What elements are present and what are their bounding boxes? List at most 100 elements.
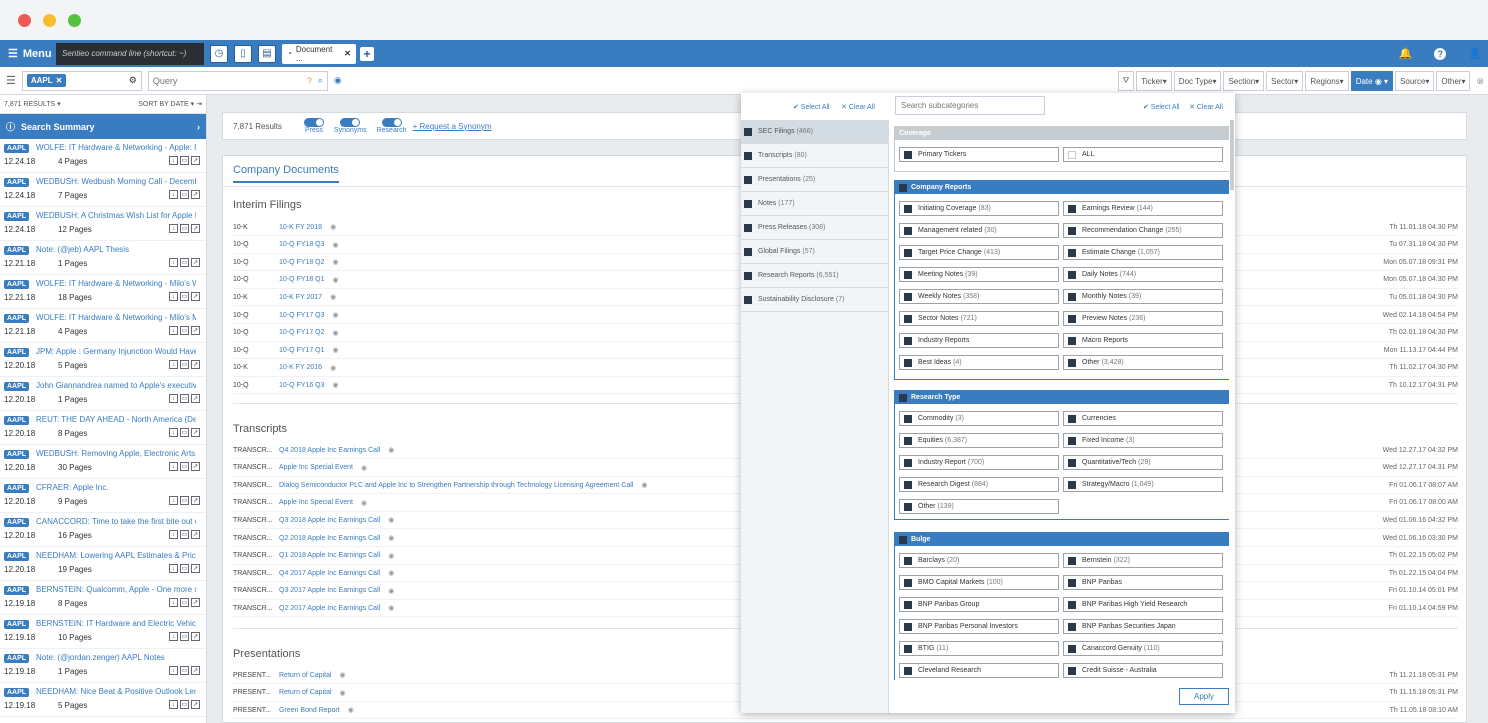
subcategory-option[interactable]: BNP Paribas High Yield Research xyxy=(1063,597,1223,612)
checkbox-icon[interactable] xyxy=(744,127,752,136)
category-item[interactable]: SEC Filings (466) xyxy=(741,120,888,144)
eye-icon[interactable]: ◉ xyxy=(333,381,339,389)
open-external-icon[interactable]: ↗ xyxy=(191,326,200,335)
checkbox-icon[interactable] xyxy=(1068,414,1076,423)
command-line-input[interactable]: Sentieo command line (shortcut: ~) xyxy=(56,42,204,65)
list-item[interactable]: AAPL Note: (@jordan.zenger) AAPL Notes 1… xyxy=(0,649,206,683)
checkbox-icon[interactable] xyxy=(1068,248,1076,257)
subcategory-option[interactable]: BNP Paribas xyxy=(1063,575,1223,590)
category-item[interactable]: Transcripts (80) xyxy=(741,144,888,168)
clear-all-categories[interactable]: ✕ Clear All xyxy=(841,103,875,111)
gear-icon[interactable]: ⚙ xyxy=(129,75,137,86)
list-item[interactable]: AAPL BERNSTEIN: Qualcomm, Apple - One mo… xyxy=(0,581,206,615)
item-title[interactable]: NEEDHAM: Nice Beat & Positive Outlook Le… xyxy=(36,687,196,696)
export-icon[interactable]: ⇥ xyxy=(196,101,202,108)
clear-all-subcategories[interactable]: ✕ Clear All xyxy=(1189,103,1223,111)
eye-icon[interactable]: ◉ xyxy=(361,464,367,472)
subcategory-option[interactable]: Credit Suisse - Australia xyxy=(1063,663,1223,678)
list-item[interactable]: AAPL REUT: THE DAY AHEAD - North America… xyxy=(0,411,206,445)
checkbox-icon[interactable] xyxy=(1068,358,1076,367)
filter-sector[interactable]: Sector ▾ xyxy=(1266,71,1304,91)
subcategory-option[interactable]: BNP Paribas Securities Japan xyxy=(1063,619,1223,634)
subcategory-option[interactable]: Bernstein (322) xyxy=(1063,553,1223,568)
checkbox-icon[interactable] xyxy=(1068,226,1076,235)
eye-icon[interactable]: ◉ xyxy=(333,276,339,284)
item-title[interactable]: WOLFE: IT Hardware & Networking - Apple:… xyxy=(36,143,196,152)
request-synonym-link[interactable]: + Request a Synonym xyxy=(413,122,492,131)
item-title[interactable]: WOLFE: IT Hardware & Networking - Milo's… xyxy=(36,313,196,322)
category-item[interactable]: Global Filings (57) xyxy=(741,240,888,264)
checkbox-icon[interactable] xyxy=(1068,666,1076,675)
doc-title[interactable]: 10-K FY 2017 xyxy=(279,294,322,301)
doc-title[interactable]: Q3 2017 Apple Inc Earnings Call xyxy=(279,587,380,594)
download-icon[interactable]: ↓ xyxy=(169,564,178,573)
doc-title[interactable]: Green Bond Report xyxy=(279,707,340,714)
download-icon[interactable]: ↓ xyxy=(169,156,178,165)
bookmark-icon[interactable]: ▭ xyxy=(180,530,189,539)
checkbox-icon[interactable] xyxy=(904,502,912,511)
item-title[interactable]: WOLFE: IT Hardware & Networking - Milo's… xyxy=(36,279,196,288)
ticker-pill[interactable]: AAPL ✕ xyxy=(26,74,67,87)
checkbox-icon[interactable] xyxy=(904,314,912,323)
item-title[interactable]: Note: (@jeb) AAPL Thesis xyxy=(36,245,196,254)
subcategory-option[interactable]: Commodity (3) xyxy=(899,411,1059,426)
subcategory-option[interactable]: BMO Capital Markets (100) xyxy=(899,575,1059,590)
category-item[interactable]: Presentations (25) xyxy=(741,168,888,192)
download-icon[interactable]: ↓ xyxy=(169,326,178,335)
doc-title[interactable]: Apple Inc Special Event xyxy=(279,499,353,506)
subcategory-option[interactable]: Management related (30) xyxy=(899,223,1059,238)
filter-icon[interactable]: ⛛ xyxy=(1117,71,1135,91)
list-item[interactable]: AAPL JPM: Apple : Germany Injunction Wou… xyxy=(0,343,206,377)
checkbox-icon[interactable] xyxy=(1068,556,1076,565)
item-title[interactable]: BERNSTEIN: Qualcomm, Apple - One more s.… xyxy=(36,585,196,594)
checkbox-icon[interactable] xyxy=(1068,578,1076,587)
list-item[interactable]: AAPL WOLFE: IT Hardware & Networking - M… xyxy=(0,309,206,343)
doc-title[interactable]: Return of Capital xyxy=(279,672,332,679)
list-item[interactable]: AAPL WEDBUSH: Wedbush Morning Call - Dec… xyxy=(0,173,206,207)
sort-dropdown[interactable]: SORT BY DATE ▾ ⇥ xyxy=(138,100,202,108)
apply-button[interactable]: Apply xyxy=(1179,688,1229,705)
checkbox-icon[interactable] xyxy=(1068,314,1076,323)
bookmark-icon[interactable]: ▭ xyxy=(180,156,189,165)
doc-title[interactable]: Q4 2018 Apple Inc Earnings Call xyxy=(279,447,380,454)
bookmark-icon[interactable]: ▭ xyxy=(180,462,189,471)
open-external-icon[interactable]: ↗ xyxy=(191,224,200,233)
checkbox-icon[interactable] xyxy=(904,248,912,257)
eye-icon[interactable]: ◉ xyxy=(348,706,354,714)
bookmark-icon[interactable]: ▭ xyxy=(180,496,189,505)
clock-icon[interactable]: ◷ xyxy=(210,44,228,63)
tab-company-documents[interactable]: Company Documents xyxy=(233,164,339,183)
subcategory-option[interactable]: Target Price Change (413) xyxy=(899,245,1059,260)
list-item[interactable]: AAPL CANACCORD: Time to take the first b… xyxy=(0,513,206,547)
bookmark-icon[interactable]: ▭ xyxy=(180,190,189,199)
list-item[interactable]: AAPL Note: (@jeb) AAPL Thesis 12.21.18 1… xyxy=(0,241,206,275)
filter-other[interactable]: Other ▾ xyxy=(1436,71,1471,91)
bookmark-icon[interactable]: ▭ xyxy=(180,632,189,641)
subcategory-option[interactable]: Estimate Change (1,057) xyxy=(1063,245,1223,260)
bell-icon[interactable]: 🔔 xyxy=(1399,47,1413,60)
open-external-icon[interactable]: ↗ xyxy=(191,292,200,301)
select-all-subcategories[interactable]: ✔ Select All xyxy=(1143,103,1180,111)
bookmark-icon[interactable]: ▭ xyxy=(180,326,189,335)
open-external-icon[interactable]: ↗ xyxy=(191,496,200,505)
checkbox-icon[interactable] xyxy=(904,600,912,609)
search-icon[interactable]: ⌕ xyxy=(318,75,323,86)
item-title[interactable]: WEDBUSH: Wedbush Morning Call - Decemb..… xyxy=(36,177,196,186)
checkbox-icon[interactable] xyxy=(1068,292,1076,301)
eye-icon[interactable]: ◉ xyxy=(333,241,339,249)
checkbox-icon[interactable] xyxy=(904,578,912,587)
tab-document[interactable]: ◔ Document ... ✕ xyxy=(282,43,356,64)
doc-title[interactable]: 10-Q FY18 Q2 xyxy=(279,259,325,266)
open-external-icon[interactable]: ↗ xyxy=(191,462,200,471)
doc-title[interactable]: 10-Q FY17 Q3 xyxy=(279,312,325,319)
subcategory-option[interactable]: Daily Notes (744) xyxy=(1063,267,1223,282)
checkbox-icon[interactable] xyxy=(1068,150,1076,159)
checkbox-icon[interactable] xyxy=(1068,644,1076,653)
open-external-icon[interactable]: ↗ xyxy=(191,598,200,607)
subcategory-option[interactable]: Quantitative/Tech (29) xyxy=(1063,455,1223,470)
checkbox-icon[interactable] xyxy=(904,204,912,213)
checkbox-icon[interactable] xyxy=(904,414,912,423)
open-external-icon[interactable]: ↗ xyxy=(191,258,200,267)
subcategory-option[interactable]: Monthly Notes (39) xyxy=(1063,289,1223,304)
category-item[interactable]: Sustainability Disclosure (7) xyxy=(741,288,888,312)
